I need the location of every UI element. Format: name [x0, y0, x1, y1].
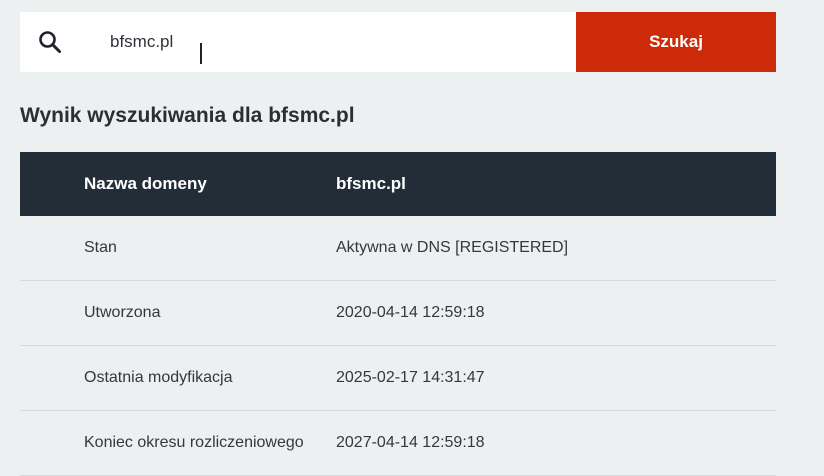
table-row: Utworzona 2020-04-14 12:59:18 — [20, 281, 776, 346]
row-value: 2020-04-14 12:59:18 — [336, 304, 485, 321]
row-value: 2027-04-14 12:59:18 — [336, 434, 485, 451]
result-table: Nazwa domeny bfsmc.pl Stan Aktywna w DNS… — [20, 152, 776, 476]
result-heading: Wynik wyszukiwania dla bfsmc.pl — [20, 104, 355, 127]
search-bar: Szukaj — [20, 12, 776, 72]
search-button[interactable]: Szukaj — [576, 12, 776, 72]
header-key: Nazwa domeny — [84, 174, 207, 193]
table-row: Stan Aktywna w DNS [REGISTERED] — [20, 216, 776, 281]
header-domain-value: bfsmc.pl — [336, 174, 406, 193]
row-key: Stan — [84, 239, 117, 256]
table-row: Koniec okresu rozliczeniowego 2027-04-14… — [20, 411, 776, 476]
table-row: Ostatnia modyfikacja 2025-02-17 14:31:47 — [20, 346, 776, 411]
text-cursor — [200, 43, 202, 64]
row-value: Aktywna w DNS [REGISTERED] — [336, 239, 569, 256]
search-input[interactable] — [110, 12, 550, 72]
row-key: Koniec okresu rozliczeniowego — [84, 434, 304, 451]
table-header: Nazwa domeny bfsmc.pl — [20, 152, 776, 216]
row-key: Utworzona — [84, 304, 161, 321]
row-value: 2025-02-17 14:31:47 — [336, 369, 485, 386]
row-key: Ostatnia modyfikacja — [84, 369, 233, 386]
search-icon — [39, 31, 61, 53]
search-box[interactable] — [20, 12, 576, 72]
